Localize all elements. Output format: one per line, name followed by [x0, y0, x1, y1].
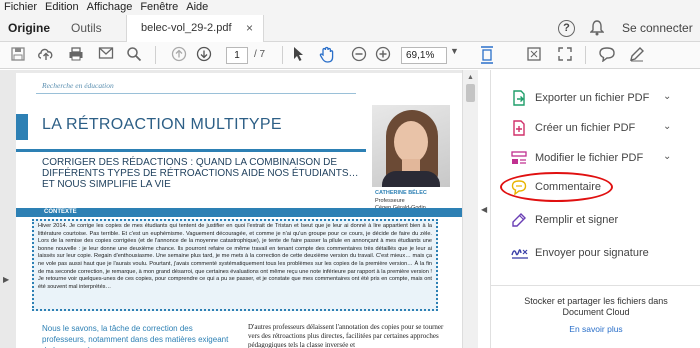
- edit-pdf-icon: [511, 150, 527, 166]
- scroll-up-icon[interactable]: ▲: [467, 74, 474, 81]
- scrollbar-thumb[interactable]: [466, 84, 475, 102]
- menu-help[interactable]: Aide: [182, 0, 212, 15]
- sign-in-link[interactable]: Se connecter: [622, 21, 693, 35]
- send-signature-icon: [511, 245, 528, 261]
- toolbar-separator: [282, 46, 283, 64]
- chevron-down-icon[interactable]: ⌄: [663, 121, 671, 132]
- context-bar: CONTEXTE: [16, 208, 462, 217]
- pointer-icon[interactable]: [290, 46, 306, 64]
- chevron-down-icon[interactable]: ▼: [450, 46, 459, 56]
- tool-edit-pdf[interactable]: Modifier le fichier PDF ⌄: [491, 148, 700, 170]
- document-cloud-promo: Stocker et partager les fichiers dans Do…: [524, 296, 668, 317]
- tool-export-pdf-label: Exporter un fichier PDF: [535, 92, 650, 104]
- menu-bar: Fichier Edition Affichage Fenêtre Aide: [0, 0, 700, 15]
- zoom-out-icon[interactable]: [350, 46, 368, 64]
- chevron-down-icon[interactable]: ⌄: [663, 91, 671, 102]
- search-icon[interactable]: [124, 46, 144, 64]
- hand-icon[interactable]: [317, 46, 337, 64]
- page-number-input[interactable]: 1: [226, 47, 248, 64]
- author-name: CATHERINE BÉLEC: [375, 190, 427, 196]
- menu-file[interactable]: Fichier: [0, 0, 41, 15]
- chevron-down-icon[interactable]: ⌄: [663, 151, 671, 162]
- pdf-page[interactable]: Recherche en éducation LA RÉTROACTION MU…: [16, 73, 462, 348]
- vertical-scrollbar[interactable]: ▲: [462, 70, 478, 348]
- toolbar: 1 / 7 69,1% ▼: [0, 42, 700, 69]
- tab-home[interactable]: Origine: [8, 21, 50, 35]
- author-role: Professeure: [375, 198, 405, 204]
- tab-tools[interactable]: Outils: [71, 21, 102, 35]
- export-pdf-icon: [511, 90, 527, 106]
- body-column-left: Nous le savons, la tâche de correction d…: [42, 324, 229, 348]
- pen-icon[interactable]: [628, 46, 646, 64]
- tool-fill-sign-label: Remplir et signer: [535, 214, 619, 226]
- tab-document-label: belec-vol_29-2.pdf: [141, 22, 232, 34]
- close-icon[interactable]: ×: [246, 21, 253, 35]
- tool-edit-pdf-label: Modifier le fichier PDF: [535, 152, 644, 164]
- article-title: LA RÉTROACTION MULTITYPE: [42, 116, 282, 133]
- print-icon[interactable]: [66, 46, 86, 64]
- tools-panel: Exporter un fichier PDF ⌄ Créer un fichi…: [490, 70, 700, 348]
- article-subtitle: CORRIGER DES RÉDACTIONS : QUAND LA COMBI…: [42, 157, 359, 190]
- help-icon[interactable]: ?: [558, 20, 575, 37]
- bell-icon[interactable]: [589, 20, 605, 39]
- mail-icon[interactable]: [96, 46, 116, 64]
- context-label: CONTEXTE: [44, 209, 77, 215]
- tool-export-pdf[interactable]: Exporter un fichier PDF ⌄: [491, 88, 700, 110]
- toolbar-separator: [155, 46, 156, 64]
- learn-more-link[interactable]: En savoir plus: [491, 324, 700, 334]
- zoom-in-icon[interactable]: [374, 46, 392, 64]
- page-header-text: Recherche en éducation: [42, 81, 114, 90]
- page-up-icon[interactable]: [169, 46, 189, 64]
- zoom-level-input[interactable]: 69,1%: [401, 47, 447, 64]
- toolbar-separator: [585, 46, 586, 64]
- save-icon[interactable]: [8, 46, 28, 64]
- context-text: Hiver 2014. Je corrige les copies de mes…: [38, 223, 432, 290]
- tab-bar: Origine Outils belec-vol_29-2.pdf × ? Se…: [0, 15, 700, 42]
- author-photo: [372, 105, 450, 187]
- comment-icon[interactable]: [597, 46, 617, 64]
- tool-fill-sign[interactable]: Remplir et signer: [491, 210, 700, 232]
- tab-document[interactable]: belec-vol_29-2.pdf ×: [126, 15, 264, 42]
- upload-icon[interactable]: [36, 46, 56, 64]
- title-rule: [16, 149, 366, 152]
- highlight-circle: [500, 172, 613, 202]
- fill-sign-icon: [511, 212, 527, 228]
- tool-send-signature[interactable]: Envoyer pour signature: [491, 243, 700, 265]
- tool-create-pdf-label: Créer un fichier PDF: [535, 122, 636, 134]
- page-header: Recherche en éducation: [16, 73, 462, 94]
- menu-view[interactable]: Affichage: [83, 0, 137, 15]
- body-column-right: D'autres professeurs délaissent l'annota…: [248, 323, 444, 348]
- menu-window[interactable]: Fenêtre: [136, 0, 182, 15]
- title-marker: [16, 114, 28, 140]
- menu-edit[interactable]: Edition: [41, 0, 83, 15]
- panel-divider: [491, 285, 700, 286]
- fit-width-icon[interactable]: [478, 46, 496, 64]
- page-down-icon[interactable]: [194, 46, 214, 64]
- fit-page-icon[interactable]: [525, 46, 543, 64]
- collapse-left-arrow-icon[interactable]: ▶: [3, 275, 9, 284]
- tool-create-pdf[interactable]: Créer un fichier PDF ⌄: [491, 118, 700, 140]
- context-box: Hiver 2014. Je corrige les copies de mes…: [32, 219, 438, 311]
- create-pdf-icon: [511, 120, 527, 136]
- tool-send-signature-label: Envoyer pour signature: [535, 247, 649, 259]
- page-total: / 7: [254, 49, 266, 60]
- fullscreen-icon[interactable]: [556, 46, 574, 64]
- page-header-rule: [36, 93, 356, 94]
- collapse-right-arrow-icon[interactable]: ◀: [481, 205, 487, 214]
